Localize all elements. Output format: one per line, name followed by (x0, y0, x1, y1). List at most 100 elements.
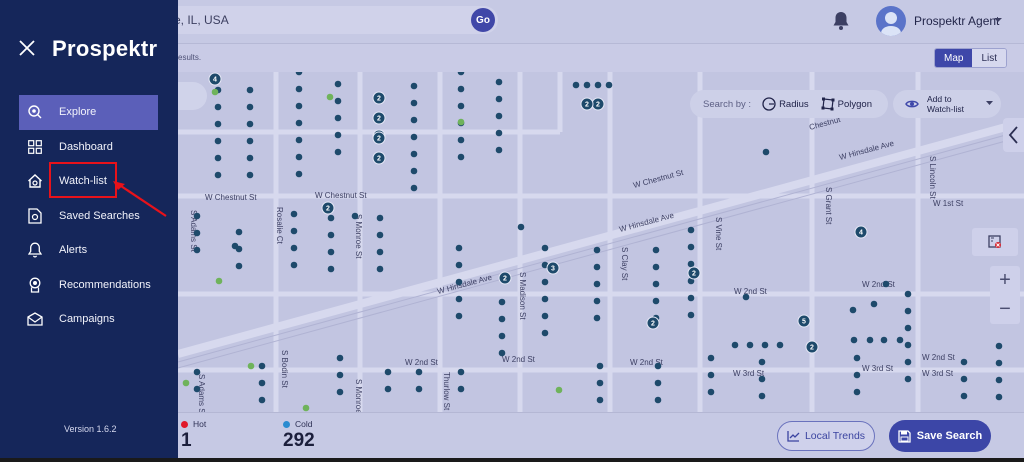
street-label: S Adams St (197, 374, 206, 414)
close-icon[interactable] (18, 39, 36, 57)
property-pin (193, 229, 201, 237)
sidebar-item-explore[interactable]: Explore (19, 95, 158, 130)
save-search-button[interactable]: Save Search (889, 420, 991, 452)
list-view-button[interactable]: List (972, 49, 1007, 67)
sidebar-item-label: Recommendations (59, 278, 151, 291)
map-avenue (176, 118, 1024, 358)
property-pin (327, 248, 335, 256)
property-pin (654, 362, 662, 370)
property-pin (235, 262, 243, 270)
brand-logo[interactable]: Prospektr (52, 36, 157, 62)
street-label: S Madison St (518, 272, 527, 320)
property-pin (498, 315, 506, 323)
property-pin (652, 297, 660, 305)
add-to-watchlist-button[interactable]: Add to Watch-list (893, 90, 1001, 118)
watchlist-dropdown-icon[interactable] (986, 101, 993, 106)
property-pin (457, 368, 465, 376)
property-pin (687, 226, 695, 234)
cold-dot-icon (283, 420, 290, 428)
user-avatar[interactable] (876, 6, 906, 36)
badge-icon (27, 277, 43, 293)
map-view-button[interactable]: Map (935, 49, 973, 67)
radius-option[interactable]: Radius (762, 97, 809, 111)
property-pin (594, 81, 602, 89)
property-pin (776, 341, 784, 349)
street-label: S Vine St (714, 217, 723, 251)
sidebar-item-recommendations[interactable]: Recommendations (19, 268, 158, 303)
house-search-icon (27, 173, 43, 189)
cluster-count: 2 (810, 345, 814, 352)
map-filter-icon (988, 235, 1001, 248)
property-pin (457, 72, 465, 76)
go-button[interactable]: Go (471, 8, 495, 32)
property-pin (758, 358, 766, 366)
notifications-bell-icon[interactable] (832, 11, 850, 31)
search-by-label: Search by : (703, 98, 752, 110)
property-pin (593, 263, 601, 271)
property-pin (457, 136, 465, 144)
local-trends-button[interactable]: Local Trends (777, 421, 875, 451)
sidebar-item-campaigns[interactable]: Campaigns (19, 302, 158, 337)
property-pin (541, 312, 549, 320)
grid-icon (27, 139, 43, 155)
cluster-count: 2 (596, 102, 600, 109)
polygon-icon (821, 97, 835, 111)
property-pin (652, 263, 660, 271)
property-pin (495, 112, 503, 120)
property-pin (455, 244, 463, 252)
property-pin (517, 223, 525, 231)
zoom-out-button[interactable]: − (990, 295, 1020, 324)
cluster-count: 3 (551, 266, 555, 273)
property-pin (384, 385, 392, 393)
location-search-input[interactable] (150, 6, 498, 34)
view-toggle[interactable]: Map List (934, 48, 1008, 68)
sidebar-item-alerts[interactable]: Alerts (19, 233, 158, 268)
property-pin (853, 388, 861, 396)
map-layers-button[interactable] (972, 228, 1018, 256)
annotation-arrow-icon (113, 181, 167, 217)
property-pin (495, 95, 503, 103)
app-version: Version 1.6.2 (64, 424, 117, 434)
property-pin (687, 294, 695, 302)
property-pin (596, 396, 604, 404)
property-pin (455, 312, 463, 320)
polygon-option[interactable]: Polygon (821, 97, 872, 111)
property-pin (457, 385, 465, 393)
property-pin-hot (302, 404, 310, 412)
annotation-highlight-box (49, 162, 117, 198)
property-pin (596, 362, 604, 370)
street-label: S Monroe St (354, 379, 363, 414)
property-pin (654, 396, 662, 404)
property-pin (707, 354, 715, 362)
chevron-down-icon[interactable] (994, 16, 1002, 24)
hot-count: 1 (181, 430, 192, 451)
property-pin-hot (326, 93, 334, 101)
property-pin (295, 102, 303, 110)
chevron-left-icon (1008, 126, 1018, 144)
sidebar-item-dashboard[interactable]: Dashboard (19, 130, 158, 165)
property-pin (882, 280, 890, 288)
map-railway (177, 135, 1024, 369)
property-pin (457, 85, 465, 93)
property-pin (410, 82, 418, 90)
property-pin (295, 72, 303, 76)
collapse-panel-button[interactable] (1003, 118, 1024, 152)
polygon-label: Polygon (837, 98, 872, 110)
zoom-in-button[interactable]: + (990, 266, 1020, 295)
property-pin-hot (211, 88, 219, 96)
street-label: W 3rd St (862, 364, 894, 373)
property-pin (214, 137, 222, 145)
property-pin (758, 375, 766, 383)
property-pin (498, 298, 506, 306)
hot-label: Hot (193, 419, 207, 429)
property-pin (687, 243, 695, 251)
cluster-count: 2 (651, 321, 655, 328)
user-name[interactable]: Prospektr Agent (914, 14, 999, 28)
property-pin (870, 300, 878, 308)
property-pin (583, 81, 591, 89)
cluster-count: 2 (503, 276, 507, 283)
property-pin (572, 81, 580, 89)
saved-doc-icon (27, 208, 43, 224)
property-pin (849, 306, 857, 314)
property-pin (410, 150, 418, 158)
